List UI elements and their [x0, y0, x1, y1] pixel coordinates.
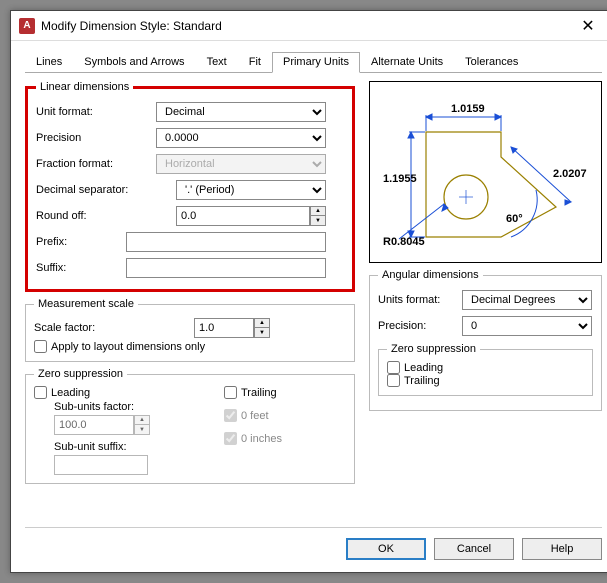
sub-units-factor-spinner: ▲▼ — [54, 415, 184, 435]
dialog-button-bar: OK Cancel Help — [25, 527, 602, 560]
spin-up-icon: ▲ — [135, 416, 149, 425]
titlebar: A Modify Dimension Style: Standard ✕ — [11, 11, 607, 41]
feet-checkbox — [224, 409, 237, 422]
svg-text:1.0159: 1.0159 — [451, 103, 485, 115]
inches-label: 0 inches — [241, 433, 282, 445]
precision-select[interactable]: 0.0000 — [156, 128, 326, 148]
spin-down-icon[interactable]: ▼ — [255, 328, 269, 337]
group-angular-zero-suppression: Zero suppression Leading Trailing — [378, 343, 593, 396]
linear-legend: Linear dimensions — [36, 81, 133, 93]
group-measurement-scale: Measurement scale Scale factor: ▲▼ Apply… — [25, 298, 355, 362]
sub-units-factor-label: Sub-units factor: — [54, 401, 184, 413]
app-icon: A — [19, 18, 35, 34]
window-title: Modify Dimension Style: Standard — [41, 19, 222, 33]
sub-unit-suffix-label: Sub-unit suffix: — [54, 441, 184, 453]
sub-units-factor-input — [54, 415, 134, 435]
prefix-label: Prefix: — [36, 236, 126, 248]
spin-up-icon[interactable]: ▲ — [311, 207, 325, 216]
scale-factor-label: Scale factor: — [34, 322, 194, 334]
fraction-format-label: Fraction format: — [36, 158, 156, 170]
dimension-preview: 1.0159 1.1955 2.0207 60° R0.8045 — [369, 81, 602, 263]
round-off-input[interactable] — [176, 206, 310, 226]
decimal-separator-label: Decimal separator: — [36, 184, 156, 196]
tab-text[interactable]: Text — [196, 52, 238, 73]
feet-label: 0 feet — [241, 410, 269, 422]
tab-strip: Lines Symbols and Arrows Text Fit Primar… — [25, 51, 602, 73]
svg-text:R0.8045: R0.8045 — [383, 236, 425, 248]
fraction-format-select: Horizontal — [156, 154, 326, 174]
inches-checkbox — [224, 432, 237, 445]
apply-layout-checkbox[interactable] — [34, 340, 47, 353]
spin-up-icon[interactable]: ▲ — [255, 319, 269, 328]
angular-units-format-select[interactable]: Decimal Degrees — [462, 290, 592, 310]
scale-factor-spinner[interactable]: ▲▼ — [194, 318, 270, 338]
cancel-button[interactable]: Cancel — [434, 538, 514, 560]
angular-zero-legend: Zero suppression — [387, 343, 480, 355]
angular-leading-checkbox[interactable] — [387, 361, 400, 374]
group-zero-suppression: Zero suppression Leading Sub-units facto… — [25, 368, 355, 484]
tab-alternate-units[interactable]: Alternate Units — [360, 52, 454, 73]
decimal-separator-select[interactable]: '.' (Period) — [176, 180, 326, 200]
tab-symbols-arrows[interactable]: Symbols and Arrows — [73, 52, 195, 73]
svg-text:2.0207: 2.0207 — [553, 168, 587, 180]
tab-fit[interactable]: Fit — [238, 52, 272, 73]
leading-label: Leading — [51, 387, 90, 399]
close-icon[interactable]: ✕ — [568, 12, 607, 40]
suffix-label: Suffix: — [36, 262, 126, 274]
trailing-checkbox[interactable] — [224, 386, 237, 399]
ok-button[interactable]: OK — [346, 538, 426, 560]
unit-format-select[interactable]: Decimal — [156, 102, 326, 122]
unit-format-label: Unit format: — [36, 106, 156, 118]
measurement-legend: Measurement scale — [34, 298, 138, 310]
suffix-input[interactable] — [126, 258, 326, 278]
spin-down-icon: ▼ — [135, 425, 149, 434]
dialog-modify-dimension-style: A Modify Dimension Style: Standard ✕ Lin… — [10, 10, 607, 573]
round-off-label: Round off: — [36, 210, 156, 222]
scale-factor-input[interactable] — [194, 318, 254, 338]
prefix-input[interactable] — [126, 232, 326, 252]
help-button[interactable]: Help — [522, 538, 602, 560]
angular-trailing-checkbox[interactable] — [387, 374, 400, 387]
trailing-label: Trailing — [241, 387, 277, 399]
tab-lines[interactable]: Lines — [25, 52, 73, 73]
round-off-spinner[interactable]: ▲▼ — [176, 206, 326, 226]
angular-precision-label: Precision: — [378, 320, 462, 332]
tab-primary-units[interactable]: Primary Units — [272, 52, 360, 73]
preview-svg: 1.0159 1.1955 2.0207 60° R0.8045 — [381, 87, 591, 257]
group-angular-dimensions: Angular dimensions Units format: Decimal… — [369, 269, 602, 411]
dialog-content: Lines Symbols and Arrows Text Fit Primar… — [11, 41, 607, 500]
angular-leading-label: Leading — [404, 362, 443, 374]
svg-text:60°: 60° — [506, 213, 523, 225]
tab-tolerances[interactable]: Tolerances — [454, 52, 529, 73]
angular-legend: Angular dimensions — [378, 269, 483, 281]
sub-unit-suffix-input — [54, 455, 148, 475]
zero-legend: Zero suppression — [34, 368, 127, 380]
svg-text:1.1955: 1.1955 — [383, 173, 417, 185]
apply-layout-label: Apply to layout dimensions only — [51, 341, 205, 353]
group-linear-dimensions: Linear dimensions Unit format: Decimal P… — [25, 81, 355, 292]
leading-checkbox[interactable] — [34, 386, 47, 399]
angular-units-format-label: Units format: — [378, 294, 462, 306]
precision-label: Precision — [36, 132, 156, 144]
angular-trailing-label: Trailing — [404, 375, 440, 387]
angular-precision-select[interactable]: 0 — [462, 316, 592, 336]
spin-down-icon[interactable]: ▼ — [311, 216, 325, 225]
